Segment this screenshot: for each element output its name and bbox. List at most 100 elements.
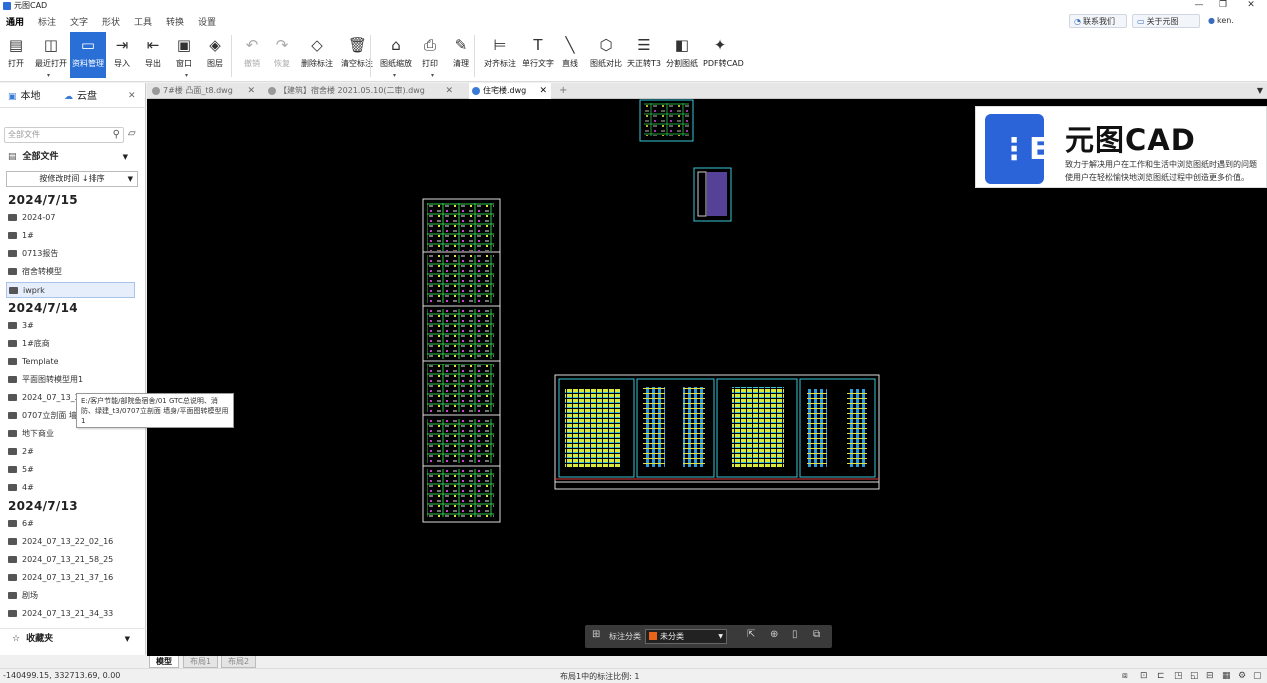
- annotation-category-select[interactable]: 未分类 ▼: [645, 629, 727, 644]
- date-group-header: 2024/7/14: [8, 301, 78, 315]
- export-icon: ⇤: [146, 36, 160, 54]
- folder-item[interactable]: 宿舍转模型: [6, 264, 135, 280]
- date-group-header: 2024/7/15: [8, 193, 78, 207]
- tab-model[interactable]: 模型: [149, 656, 179, 668]
- folder-item[interactable]: 剧场: [6, 588, 135, 604]
- restore-button[interactable]: ❐: [1211, 0, 1235, 12]
- folder-item[interactable]: 2#: [6, 444, 135, 460]
- ribbon-button-label: 最近打开: [35, 59, 67, 68]
- minimize-button[interactable]: —: [1187, 0, 1211, 12]
- favorites-section[interactable]: ☆ 收藏夹 ▼: [0, 628, 146, 648]
- doc-tab-active[interactable]: 住宅楼.dwg ✕: [469, 83, 551, 99]
- tab-menu-icon[interactable]: ▼: [1257, 83, 1263, 99]
- tab-cloud[interactable]: ☁ 云盘: [64, 89, 97, 105]
- folder-item[interactable]: 2024_07_13_21_37_16: [6, 570, 135, 586]
- folder-item[interactable]: 1#底商: [6, 336, 135, 352]
- close-tab-icon[interactable]: ✕: [445, 83, 453, 99]
- ribbon-button-layers[interactable]: ◈ 图层: [201, 32, 229, 78]
- panel-close-icon[interactable]: ✕: [128, 91, 136, 101]
- ribbon-button-align[interactable]: ⊨ 对齐标注: [482, 32, 518, 78]
- folder-icon: [8, 466, 17, 473]
- folder-item[interactable]: 5#: [6, 462, 135, 478]
- ribbon-button-split[interactable]: ◧ 分割图纸: [664, 32, 700, 78]
- search-icon[interactable]: ⚲: [113, 128, 120, 142]
- tab-layout1[interactable]: 布局1: [183, 656, 219, 668]
- close-button[interactable]: ✕: [1239, 0, 1263, 12]
- polar-icon[interactable]: ◳: [1174, 671, 1183, 681]
- menu-text[interactable]: 文字: [70, 15, 88, 28]
- dropdown-arrow-icon[interactable]: ▾: [47, 72, 50, 79]
- ribbon-button-compare[interactable]: ⬡ 图纸对比: [588, 32, 624, 78]
- contact-us-link[interactable]: ◔ 联系我们: [1069, 14, 1127, 28]
- ortho-icon[interactable]: ⊏: [1157, 671, 1165, 681]
- about-link[interactable]: ▭关于元图CAD: [1132, 14, 1200, 40]
- menu-settings[interactable]: 设置: [198, 15, 216, 28]
- ribbon-button-label: 撤销: [244, 59, 260, 68]
- menu-general[interactable]: 通用: [6, 15, 24, 28]
- search-input[interactable]: 全部文件 ⚲: [4, 127, 124, 143]
- folder-item[interactable]: 0713报告: [6, 246, 135, 262]
- dropdown-arrow-icon[interactable]: ▾: [393, 72, 396, 79]
- ribbon-button-label: PDF转CAD: [703, 59, 744, 68]
- add-tab-icon[interactable]: +: [559, 83, 567, 99]
- folder-item[interactable]: Template: [6, 354, 135, 370]
- promo-banner[interactable]: ⋮E 元图CAD 致力于解决用户在工作和生活中浏览图纸时遇到的问题 使用户在轻松…: [975, 106, 1267, 188]
- user-menu[interactable]: ● ken.: [1204, 14, 1240, 28]
- tab-layout2[interactable]: 布局2: [221, 656, 257, 668]
- ribbon-button-text[interactable]: T 单行文字: [520, 32, 556, 78]
- menu-tools[interactable]: 工具: [134, 15, 152, 28]
- folder-item[interactable]: 6#: [6, 516, 135, 532]
- ribbon-button-library[interactable]: ▭ 资料管理: [70, 32, 106, 78]
- folder-item[interactable]: 平面图转模型用1: [6, 372, 135, 388]
- close-tab-icon[interactable]: ✕: [247, 83, 255, 99]
- ribbon-button-window[interactable]: ▣ 窗口 ▾: [170, 32, 198, 79]
- locate-icon[interactable]: ⊕: [770, 629, 778, 640]
- folder-item[interactable]: iwprk: [6, 282, 135, 298]
- all-files-dropdown[interactable]: ▤ 全部文件 ▼: [8, 150, 134, 164]
- snap-icon[interactable]: ⧈: [1122, 671, 1128, 681]
- copy-icon[interactable]: ▯: [792, 629, 798, 640]
- ribbon-button-zoom[interactable]: ⌂ 图纸缩放 ▾: [378, 32, 414, 79]
- folder-item[interactable]: 4#: [6, 480, 135, 496]
- layout-icon[interactable]: ⊟: [1206, 671, 1214, 681]
- ribbon-button-undo[interactable]: ↶ 撤销: [238, 32, 266, 78]
- folder-item[interactable]: 3#: [6, 318, 135, 334]
- doc-tab[interactable]: 【建筑】宿舍楼 2021.05.10(二审).dwg ✕: [265, 83, 457, 99]
- folder-item[interactable]: 2024_07_13_22_02_16: [6, 534, 135, 550]
- export-annotation-icon[interactable]: ⇱: [747, 629, 755, 640]
- open-folder-icon[interactable]: ▱: [128, 128, 136, 139]
- folder-item[interactable]: 2024_07_13_21_34_33: [6, 606, 135, 622]
- folder-item[interactable]: 1#: [6, 228, 135, 244]
- paste-icon[interactable]: ⧉: [813, 629, 820, 640]
- yuantu-logo-icon: ⋮E: [985, 114, 1050, 184]
- ribbon-button-broom[interactable]: ✎ 清理: [447, 32, 475, 78]
- dropdown-arrow-icon[interactable]: ▾: [185, 72, 188, 79]
- folder-item[interactable]: 2024-07: [6, 210, 135, 226]
- folder-item[interactable]: 地下商业: [6, 426, 135, 442]
- menu-convert[interactable]: 转换: [166, 15, 184, 28]
- ribbon-button-redo[interactable]: ↷ 恢复: [268, 32, 296, 78]
- ribbon-button-recent[interactable]: ◫ 最近打开 ▾: [32, 32, 70, 79]
- doc-tab[interactable]: 7#楼 凸面_t8.dwg ✕: [149, 83, 259, 99]
- folder-item[interactable]: 2024_07_13_21_58_25: [6, 552, 135, 568]
- ribbon-button-eraser[interactable]: ◇ 删除标注: [298, 32, 336, 78]
- close-tab-icon[interactable]: ✕: [539, 83, 547, 99]
- ribbon-button-open[interactable]: ▤ 打开: [2, 32, 30, 78]
- sort-select[interactable]: 按修改时间 ↓排序 ▼: [6, 171, 138, 187]
- grid-snap-icon[interactable]: ⊡: [1140, 671, 1148, 681]
- menu-annotate[interactable]: 标注: [38, 15, 56, 28]
- osnap-icon[interactable]: ◱: [1190, 671, 1199, 681]
- settings-gear-icon[interactable]: ⚙: [1238, 671, 1246, 681]
- tab-local[interactable]: ▣ 本地: [8, 89, 41, 105]
- ribbon-button-export[interactable]: ⇤ 导出: [139, 32, 167, 78]
- ribbon-button-print[interactable]: ⎙ 打印 ▾: [416, 32, 444, 79]
- ribbon-button-import[interactable]: ⇥ 导入: [108, 32, 136, 78]
- ribbon-button-line[interactable]: ╲ 直线: [556, 32, 584, 78]
- ribbon-button-convert[interactable]: ☰ 天正转T3: [626, 32, 662, 78]
- lineweight-icon[interactable]: ▦: [1222, 671, 1231, 681]
- ribbon-button-pdf[interactable]: ✦ PDF转CAD: [703, 32, 744, 78]
- menu-shape[interactable]: 形状: [102, 15, 120, 28]
- fullscreen-icon[interactable]: ▢: [1253, 671, 1262, 681]
- grid-icon[interactable]: ⊞: [592, 629, 600, 640]
- dropdown-arrow-icon[interactable]: ▾: [431, 72, 434, 79]
